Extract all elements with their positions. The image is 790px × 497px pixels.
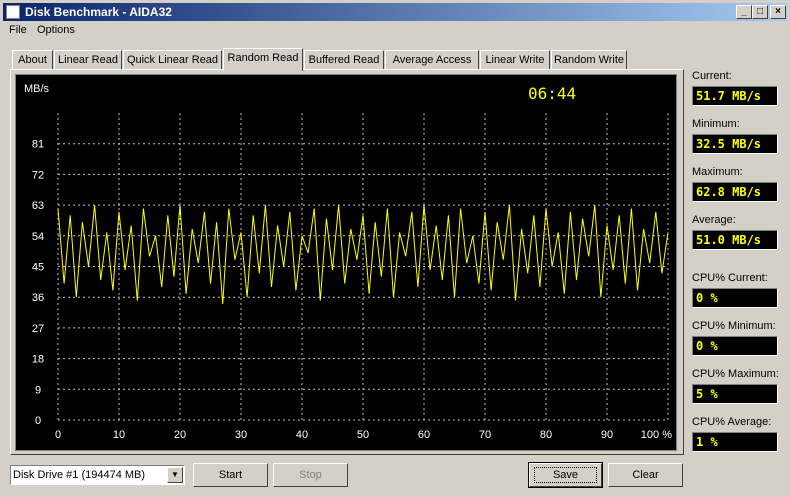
tab-average-access[interactable]: Average Access (385, 50, 479, 70)
stat-label-maximum: Maximum: (692, 166, 743, 178)
stat-value-cpu-current: 0 % (692, 288, 778, 308)
tab-buffered-read[interactable]: Buffered Read (304, 50, 384, 70)
y-tick-label: 63 (32, 200, 44, 212)
tab-linear-read[interactable]: Linear Read (54, 50, 122, 70)
x-tick-label: 50 (357, 429, 369, 441)
y-tick-label: 36 (32, 292, 44, 304)
stat-value-cpu-maximum: 5 % (692, 384, 778, 404)
x-tick-label: 100 % (641, 429, 672, 441)
y-axis-label: MB/s (24, 83, 50, 95)
x-tick-label: 80 (540, 429, 552, 441)
tab-linear-write[interactable]: Linear Write (480, 50, 550, 70)
y-tick-label: 72 (32, 169, 44, 181)
stat-label-cpu-minimum: CPU% Minimum: (692, 320, 776, 332)
close-button[interactable]: × (770, 5, 786, 19)
stat-label-cpu-maximum: CPU% Maximum: (692, 368, 779, 380)
stat-label-cpu-average: CPU% Average: (692, 416, 772, 428)
y-tick-label: 18 (32, 354, 44, 366)
tab-random-write[interactable]: Random Write (551, 50, 627, 70)
menu-file[interactable]: File (9, 24, 27, 36)
y-tick-label: 81 (32, 139, 44, 151)
stat-value-minimum: 32.5 MB/s (692, 134, 778, 154)
clear-button[interactable]: Clear (608, 463, 683, 487)
x-tick-label: 40 (296, 429, 308, 441)
focus-ring (534, 467, 597, 483)
y-tick-label: 54 (32, 231, 44, 243)
tab-random-read[interactable]: Random Read (223, 48, 303, 71)
y-tick-label: 9 (35, 384, 41, 396)
drive-select[interactable]: Disk Drive #1 (194474 MB) ▼ (10, 465, 185, 485)
x-tick-label: 70 (479, 429, 491, 441)
window-title: Disk Benchmark - AIDA32 (25, 5, 172, 19)
stat-value-maximum: 62.8 MB/s (692, 182, 778, 202)
benchmark-chart: 0 9 18 27 36 45 54 63 72 81 0 10 20 30 40 50 60 70 80 90 100… (15, 74, 677, 451)
stat-label-cpu-current: CPU% Current: (692, 272, 768, 284)
menu-options[interactable]: Options (37, 24, 75, 36)
x-tick-label: 20 (174, 429, 186, 441)
stat-label-minimum: Minimum: (692, 118, 740, 130)
stat-value-average: 51.0 MB/s (692, 230, 778, 250)
title-bar[interactable]: Disk Benchmark - AIDA32 _ □ × (3, 3, 787, 21)
stat-value-current: 51.7 MB/s (692, 86, 778, 106)
stat-value-cpu-average: 1 % (692, 432, 778, 452)
y-tick-label: 45 (32, 262, 44, 274)
stat-label-current: Current: (692, 70, 732, 82)
maximize-button[interactable]: □ (752, 5, 768, 19)
save-button[interactable]: Save (528, 462, 603, 488)
x-tick-label: 0 (55, 429, 61, 441)
x-tick-label: 10 (113, 429, 125, 441)
x-tick-label: 90 (601, 429, 613, 441)
app-icon (6, 5, 20, 19)
tab-about[interactable]: About (12, 50, 53, 70)
y-tick-label: 0 (35, 415, 41, 427)
minimize-button[interactable]: _ (736, 5, 752, 19)
elapsed-timer: 06:44 (528, 84, 577, 103)
stat-value-cpu-minimum: 0 % (692, 336, 778, 356)
benchmark-window: Disk Benchmark - AIDA32 _ □ × File Optio… (0, 0, 790, 497)
x-tick-label: 30 (235, 429, 247, 441)
drive-select-value: Disk Drive #1 (194474 MB) (13, 469, 146, 481)
stop-button[interactable]: Stop (273, 463, 348, 487)
stat-label-average: Average: (692, 214, 736, 226)
menu-bar: File Options (3, 22, 787, 40)
x-tick-label: 60 (418, 429, 430, 441)
tab-quick-linear-read[interactable]: Quick Linear Read (123, 50, 222, 70)
y-tick-label: 27 (32, 323, 44, 335)
chevron-down-icon[interactable]: ▼ (167, 467, 183, 483)
chart-canvas: 0 9 18 27 36 45 54 63 72 81 0 10 20 30 40 50 60 70 80 90 100… (24, 83, 672, 441)
start-button[interactable]: Start (193, 463, 268, 487)
